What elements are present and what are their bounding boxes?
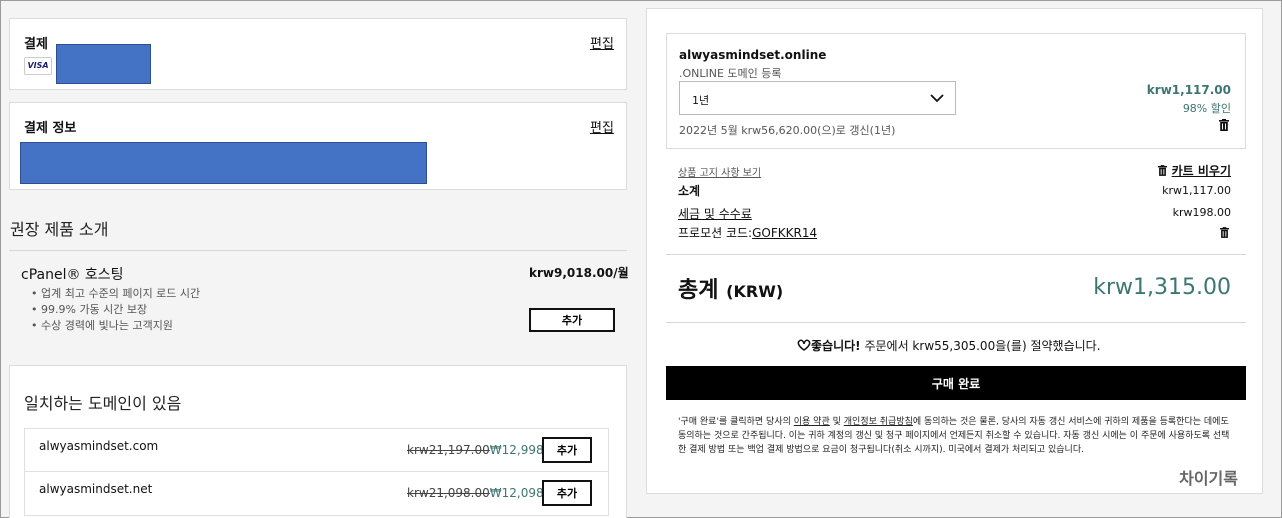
subtotal-value: krw1,117.00 <box>1162 184 1231 197</box>
payment-info-title: 결제 정보 <box>24 121 77 136</box>
empty-cart-button[interactable]: 카트 비우기 <box>1158 162 1231 179</box>
trash-icon[interactable] <box>1220 227 1229 238</box>
order-summary-panel: alwyasmindset.online .ONLINE 도메인 등록 1년 2… <box>646 8 1263 494</box>
payment-edit-link[interactable]: 편집 <box>590 33 614 52</box>
new-price: ₩12,998 <box>489 443 544 457</box>
product-feature: • 99.9% 가동 시간 보장 <box>31 303 148 316</box>
savings-bold: 좋습니다! <box>811 339 861 353</box>
product-price: krw9,018.00/월 <box>529 266 629 280</box>
godaddy-logo-icon <box>797 339 811 351</box>
trash-icon[interactable] <box>1219 119 1229 131</box>
domain-name: alwyasmindset.com <box>39 439 159 453</box>
matching-heading: 일치하는 도메인이 있음 <box>24 394 182 413</box>
domain-list-item: alwyasmindset.net krw21,098.00₩12,098 추가 <box>24 472 609 516</box>
product-feature: • 수상 경력에 빛나는 고객지원 <box>31 319 173 332</box>
domain-price: krw21,197.00₩12,998 <box>407 443 544 457</box>
old-price: krw21,098.00 <box>407 486 490 500</box>
tax-value: krw198.00 <box>1172 206 1231 219</box>
new-price: ₩12,098 <box>489 486 544 500</box>
legal-text: '구매 완료'를 클릭하면 당사의 이용 약관 및 개인정보 취급방침에 동의하… <box>678 417 1230 455</box>
total-label: 총계 (KRW) <box>678 278 784 303</box>
savings-message: 좋습니다! 주문에서 krw55,305.00을(를) 절약했습니다. <box>797 337 1101 354</box>
privacy-link[interactable]: 개인정보 취급방침 <box>844 417 913 427</box>
old-price: krw21,197.00 <box>407 443 490 457</box>
add-product-button[interactable]: 추가 <box>529 308 615 332</box>
product-feature: • 업계 최고 수준의 페이지 로드 시간 <box>31 287 201 300</box>
renewal-text: 2022년 5월 krw56,620.00(으)로 갱신(1년) <box>679 124 896 137</box>
terms-link[interactable]: 이용 약관 <box>794 417 830 427</box>
cart-item-price: krw1,117.00 <box>1146 83 1231 97</box>
cart-item-subtitle: .ONLINE 도메인 등록 <box>679 67 782 80</box>
trash-icon <box>1158 165 1168 176</box>
payment-card: 결제 편집 VISA <box>9 18 627 90</box>
checkout-button[interactable]: 구매 완료 <box>666 366 1246 400</box>
cart-item-domain: alwyasmindset.online <box>679 48 827 62</box>
promo-code-row: 프로모션 코드:GOFKKR14 <box>678 224 817 241</box>
domain-name: alwyasmindset.net <box>39 482 153 496</box>
redacted-billing-details <box>20 142 427 184</box>
add-domain-button[interactable]: 추가 <box>542 480 592 506</box>
summary-divider <box>666 254 1246 255</box>
watermark: 차이기록 <box>1179 469 1238 488</box>
notice-link[interactable]: 상품 고지 사항 보기 <box>678 164 761 179</box>
redacted-card-details <box>56 44 151 84</box>
visa-card-icon: VISA <box>24 57 52 75</box>
payment-title: 결제 <box>24 37 48 52</box>
discount-badge: 98% 할인 <box>1182 102 1231 115</box>
promo-code[interactable]: GOFKKR14 <box>752 226 817 240</box>
empty-cart-label: 카트 비우기 <box>1171 164 1231 178</box>
recommended-divider <box>9 250 627 251</box>
savings-text: 주문에서 krw55,305.00을(를) 절약했습니다. <box>860 339 1101 353</box>
domain-list-item: alwyasmindset.com krw21,197.00₩12,998 추가 <box>24 428 609 472</box>
total-value: krw1,315.00 <box>1093 275 1231 300</box>
payment-info-card: 결제 정보 편집 <box>9 102 627 190</box>
add-domain-button[interactable]: 추가 <box>542 437 592 463</box>
total-divider <box>666 322 1246 323</box>
cart-item: alwyasmindset.online .ONLINE 도메인 등록 1년 2… <box>666 33 1246 149</box>
tax-link[interactable]: 세금 및 수수료 <box>678 205 752 222</box>
term-select[interactable]: 1년 <box>679 81 956 115</box>
chevron-down-icon <box>930 94 944 103</box>
total-currency: (KRW) <box>726 282 784 301</box>
promo-label: 프로모션 코드: <box>678 226 753 240</box>
term-select-value: 1년 <box>692 94 710 107</box>
product-name: cPanel® 호스팅 <box>21 267 124 283</box>
recommended-heading: 권장 제품 소개 <box>10 220 109 239</box>
payment-info-edit-link[interactable]: 편집 <box>590 117 614 136</box>
domain-price: krw21,098.00₩12,098 <box>407 486 544 500</box>
matching-domains-card: 일치하는 도메인이 있음 alwyasmindset.com krw21,197… <box>9 365 627 518</box>
subtotal-label: 소계 <box>678 184 701 198</box>
